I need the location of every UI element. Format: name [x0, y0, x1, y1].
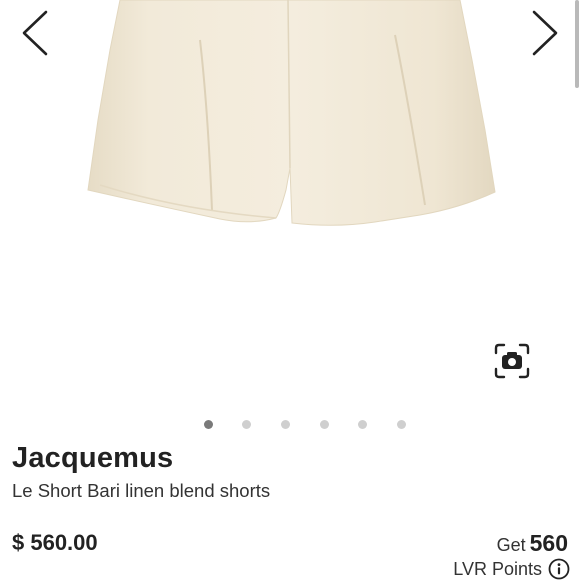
image-gallery[interactable] — [0, 0, 580, 405]
pagination-dot[interactable] — [242, 420, 251, 429]
points-value: 560 — [529, 530, 568, 556]
product-image — [87, 0, 496, 226]
pagination-dot[interactable] — [281, 420, 290, 429]
product-price: $ 560.00 — [12, 530, 98, 555]
scrollbar[interactable] — [575, 0, 579, 88]
pagination-dot[interactable] — [320, 420, 329, 429]
camera-search-icon[interactable] — [492, 342, 532, 380]
shorts-shape — [87, 0, 496, 226]
points-earn: Get 560 — [497, 530, 568, 557]
pagination-dot[interactable] — [358, 420, 367, 429]
lvr-points-link[interactable]: LVR Points — [453, 558, 570, 580]
pagination-dot[interactable] — [204, 420, 213, 429]
brand-name[interactable]: Jacquemus — [12, 442, 173, 475]
chevron-left-icon[interactable] — [14, 8, 58, 58]
lvr-points-label: LVR Points — [453, 558, 542, 579]
pagination-dot[interactable] — [397, 420, 406, 429]
info-icon[interactable] — [548, 558, 570, 580]
product-title: Le Short Bari linen blend shorts — [12, 480, 271, 501]
gallery-pagination — [0, 416, 580, 432]
points-get-label: Get — [496, 535, 526, 555]
chevron-right-icon[interactable] — [522, 8, 566, 58]
